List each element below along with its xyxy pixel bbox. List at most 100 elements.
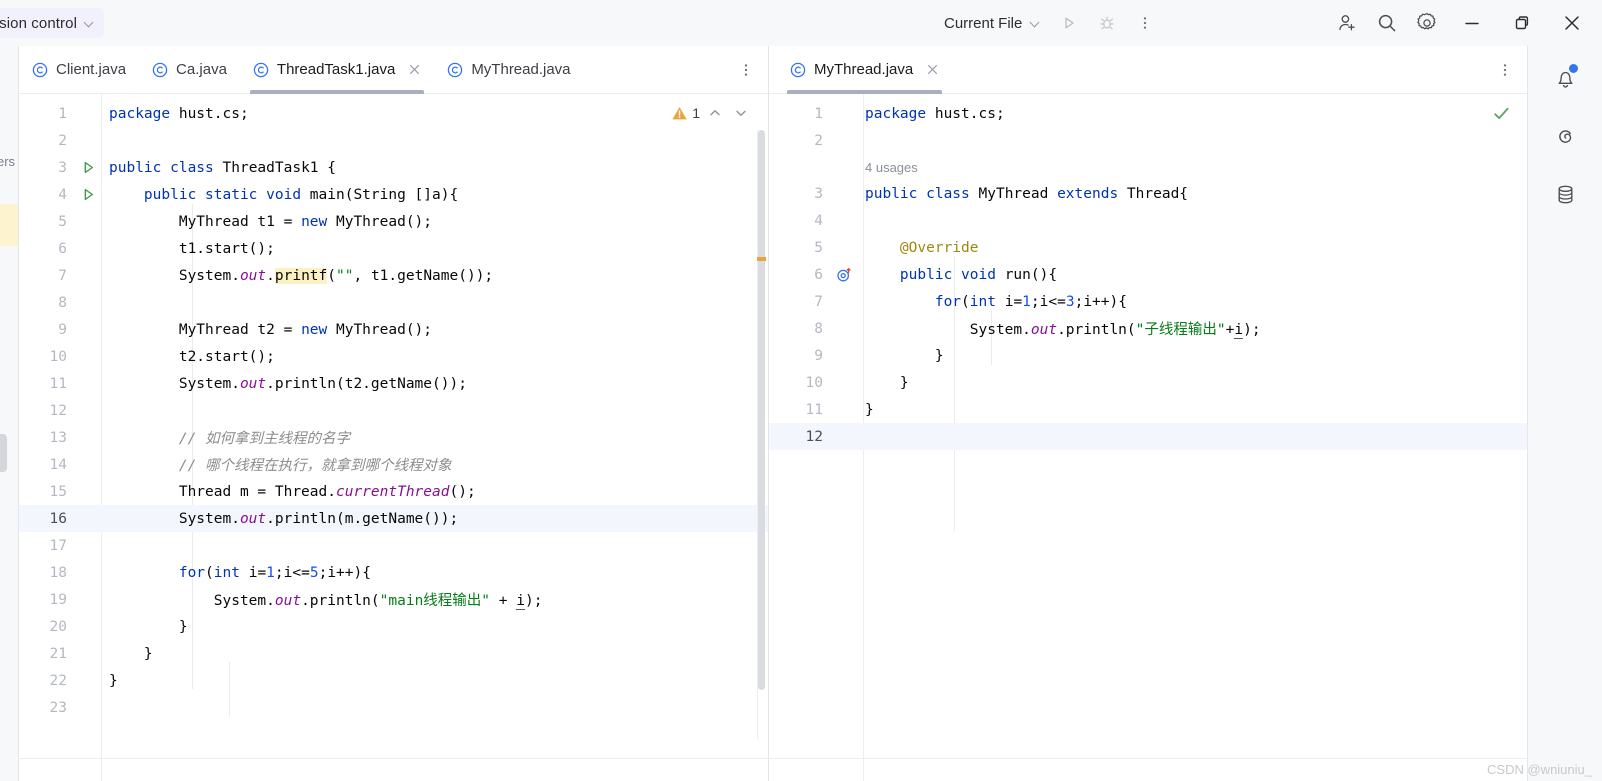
editor-tab-mythread-right[interactable]: MyThread.java — [777, 46, 952, 94]
close-window-button[interactable] — [1550, 0, 1594, 46]
run-configuration-selector[interactable]: Current File — [936, 11, 1048, 36]
editor-tab-ca[interactable]: Ca.java — [139, 46, 240, 94]
inspection-widget-left[interactable]: 1 — [671, 102, 752, 124]
code-line[interactable]: 12 — [769, 423, 1527, 450]
code-line[interactable]: 19 System.out.println("main线程输出" + i); — [19, 586, 768, 613]
close-icon[interactable] — [408, 63, 421, 76]
code-text: } — [109, 645, 153, 662]
code-line[interactable]: 6 public void run(){ — [769, 261, 1527, 288]
editor-scrollbar-left[interactable] — [757, 130, 766, 740]
code-line[interactable]: 23 — [19, 694, 768, 721]
scrollbar-warning-marker[interactable] — [757, 257, 766, 261]
code-line[interactable]: 17 — [19, 532, 768, 559]
maximize-button[interactable] — [1500, 0, 1544, 46]
database-button[interactable] — [1545, 174, 1585, 214]
code-line[interactable]: 6 t1.start(); — [19, 235, 768, 262]
code-line[interactable]: 1 package hust.cs; — [769, 100, 1527, 127]
run-configuration-label: Current File — [944, 14, 1023, 32]
code-editor-right[interactable]: 1 package hust.cs; 2 4 usages 3 public class … — [769, 94, 1527, 781]
line-number: 8 — [814, 320, 823, 337]
run-play-icon[interactable] — [81, 160, 96, 175]
editor-tab-mythread-left[interactable]: MyThread.java — [434, 46, 583, 94]
gutter-marker[interactable] — [75, 187, 101, 202]
editor-tabs-more-button-left[interactable] — [738, 46, 754, 94]
editor-pane-left: Client.java Ca.java ThreadTask1.java MyT… — [19, 46, 769, 781]
code-line[interactable]: 3 public class ThreadTask1 { — [19, 154, 768, 181]
editor-tabs-more-button-right[interactable] — [1497, 46, 1513, 94]
line-number: 10 — [49, 348, 67, 365]
code-line[interactable]: 14 // 哪个线程在执行，就拿到哪个线程对象 — [19, 451, 768, 478]
editor-tab-label: Client.java — [56, 61, 127, 78]
settings-button[interactable] — [1410, 6, 1444, 40]
code-line[interactable]: 9 } — [769, 342, 1527, 369]
next-problem-button[interactable] — [730, 102, 752, 124]
code-text: package hust.cs; — [865, 105, 1005, 122]
code-line[interactable]: 7 for(int i=1;i<=3;i++){ — [769, 288, 1527, 315]
code-editor-left[interactable]: 1 1 package hust.cs; 2 3 public class Thread… — [19, 94, 768, 781]
add-collaborator-button[interactable] — [1330, 6, 1364, 40]
line-number: 2 — [814, 132, 823, 149]
notifications-button[interactable] — [1545, 58, 1585, 98]
code-line[interactable]: 15 Thread m = Thread.currentThread(); — [19, 478, 768, 505]
run-button[interactable] — [1052, 6, 1086, 40]
code-line[interactable]: 10 t2.start(); — [19, 343, 768, 370]
code-line[interactable]: 1 package hust.cs; — [19, 100, 768, 127]
override-method-icon[interactable] — [836, 267, 852, 283]
code-line[interactable]: 13 // 如何拿到主线程的名字 — [19, 424, 768, 451]
code-line[interactable]: 4 public static void main(String []a){ — [19, 181, 768, 208]
line-number: 10 — [805, 374, 823, 391]
code-text: System.out.printf("", t1.getName()); — [109, 267, 494, 284]
left-tool-window-stripe[interactable]: ers — [0, 46, 19, 781]
code-line[interactable]: 2 — [769, 127, 1527, 154]
code-text: Thread m = Thread.currentThread(); — [109, 483, 476, 500]
gutter-marker[interactable] — [75, 160, 101, 175]
chevron-down-icon — [736, 110, 746, 116]
left-stripe-handle[interactable] — [0, 434, 7, 472]
editor-tab-label: Ca.java — [176, 61, 227, 78]
usages-hint-row: 4 usages — [769, 154, 1527, 180]
code-text: for(int i=1;i<=3;i++){ — [934, 293, 1127, 310]
code-line[interactable]: 22} — [19, 667, 768, 694]
debug-button[interactable] — [1090, 6, 1124, 40]
line-number: 11 — [49, 375, 67, 392]
usages-hint-label[interactable]: 4 usages — [857, 160, 918, 175]
code-line[interactable]: 9 MyThread t2 = new MyThread(); — [19, 316, 768, 343]
search-everywhere-button[interactable] — [1370, 6, 1404, 40]
code-line[interactable]: 8 System.out.println("子线程输出"+i); — [769, 315, 1527, 342]
code-line[interactable]: 11 System.out.println(t2.getName()); — [19, 370, 768, 397]
line-number: 6 — [814, 266, 823, 283]
code-line[interactable]: 12 — [19, 397, 768, 424]
code-line[interactable]: 5 MyThread t1 = new MyThread(); — [19, 208, 768, 235]
editor-tab-threadtask1[interactable]: ThreadTask1.java — [240, 46, 434, 94]
code-line[interactable]: 20 } — [19, 613, 768, 640]
code-line[interactable]: 16 System.out.println(m.getName()); — [19, 505, 768, 532]
version-control-widget[interactable]: rsion control — [0, 8, 105, 38]
code-line[interactable]: 5 @Override — [769, 234, 1527, 261]
code-line[interactable]: 7 System.out.printf("", t1.getName()); — [19, 262, 768, 289]
java-class-icon — [253, 62, 269, 77]
gutter-marker[interactable] — [831, 267, 857, 283]
close-icon[interactable] — [926, 63, 939, 76]
line-number: 3 — [58, 159, 67, 176]
code-line[interactable]: 21 } — [19, 640, 768, 667]
left-stripe-label[interactable]: ers — [0, 154, 15, 169]
code-line[interactable]: 4 — [769, 207, 1527, 234]
code-line[interactable]: 8 — [19, 289, 768, 316]
code-line[interactable]: 18 for(int i=1;i<=5;i++){ — [19, 559, 768, 586]
line-number: 22 — [49, 672, 67, 689]
code-line[interactable]: 2 — [19, 127, 768, 154]
code-text: MyThread t1 = new MyThread(); — [109, 213, 433, 230]
toolbar-more-button[interactable] — [1128, 6, 1162, 40]
line-number: 17 — [49, 537, 67, 554]
line-number: 19 — [49, 591, 67, 608]
minimize-button[interactable] — [1450, 0, 1494, 46]
code-line[interactable]: 10 } — [769, 369, 1527, 396]
scrollbar-thumb[interactable] — [758, 130, 765, 690]
prev-problem-button[interactable] — [704, 102, 726, 124]
code-line[interactable]: 3 public class MyThread extends Thread{ — [769, 180, 1527, 207]
code-line[interactable]: 11} — [769, 396, 1527, 423]
editor-tab-client[interactable]: Client.java — [19, 46, 139, 94]
run-play-icon[interactable] — [81, 187, 96, 202]
ai-assistant-button[interactable] — [1545, 116, 1585, 156]
inspection-status-right[interactable] — [1492, 104, 1511, 128]
